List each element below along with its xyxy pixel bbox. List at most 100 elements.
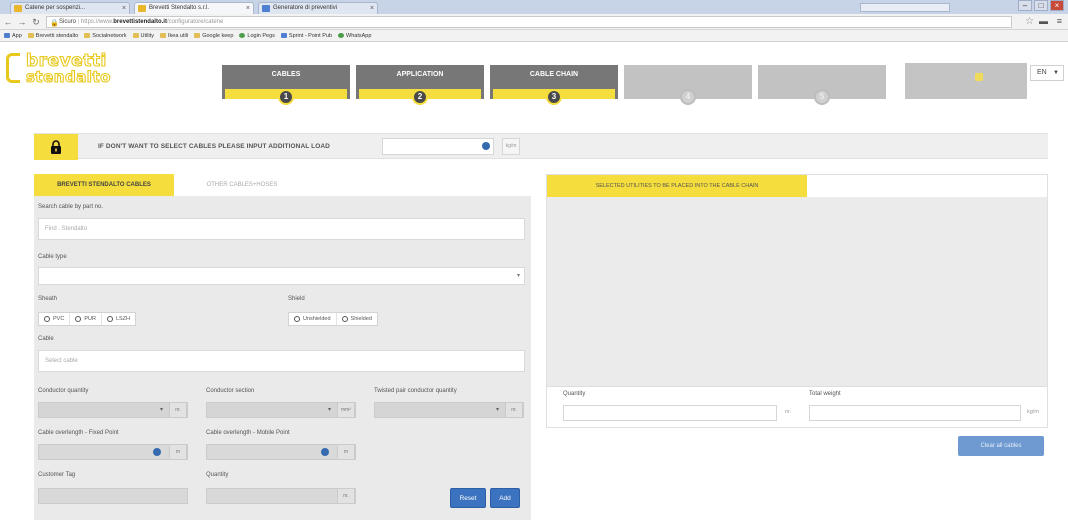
part-number-search-input[interactable]: Find . Stendalto [38,218,525,240]
quantity-input[interactable]: nr. [206,488,356,504]
cable-label: Cable [38,336,54,342]
bookmark-item[interactable]: Utility [133,33,154,39]
forward-icon[interactable]: → [16,16,28,28]
step-cable-chain[interactable]: CABLE CHAIN 3 [490,65,618,117]
url-prefix: https://www. [81,19,113,25]
step-4-disabled: 4 [624,65,752,117]
cable-select[interactable]: Select cable [38,350,525,372]
bookmark-item[interactable]: Ikea utili [160,33,188,39]
additional-load-input[interactable] [382,138,494,155]
step-5-disabled: 5 [758,65,886,117]
browser-profile[interactable] [860,3,950,12]
unit-label: nr. [785,409,791,415]
browser-tab-title: Catene per sospenzi... [25,5,85,11]
reload-icon[interactable]: ↻ [30,16,42,28]
step-number: 2 [412,89,428,105]
radio-unshielded[interactable]: Unshielded [289,313,337,325]
totals-footer: Quantity nr. Total weight kg/m [547,387,1047,427]
chevron-down-icon: ▾ [160,403,163,417]
customer-tag-input[interactable] [38,488,188,504]
overlength-mobile-input[interactable]: m [206,444,356,460]
browser-tab-title: Generatore di preventivi [273,5,337,11]
summary-icon [975,73,983,81]
logo-text-line2: stendalto [26,69,111,85]
back-icon[interactable]: ← [2,16,14,28]
add-button[interactable]: Add [490,488,520,508]
logo-brace-icon [6,53,20,83]
step-cables[interactable]: CABLES 1 [222,65,350,117]
bookmark-item[interactable]: Socialnetwork [84,33,126,39]
whatsapp-icon [338,33,344,38]
tab-other-cables[interactable]: OTHER CABLES+HOSES [174,174,310,196]
brand-logo[interactable]: brevetti stendalto [6,51,166,89]
total-weight-label: Total weight [809,391,841,397]
bookmark-apps[interactable]: App [4,33,22,39]
folder-icon [194,33,200,38]
twisted-pair-select[interactable]: ▾ nr. [374,402,524,418]
quantity-label: Quantity [206,472,228,478]
info-icon[interactable] [482,142,490,150]
address-bar[interactable]: 🔒 Sicuro | https://www.brevettistendalto… [46,16,1012,28]
language-select[interactable]: EN ▼ [1030,65,1064,81]
summary-box [905,63,1027,99]
minimize-icon[interactable]: – [1018,0,1032,11]
bookmarks-bar: App Brevetti stendalto Socialnetwork Uti… [0,30,1068,42]
search-placeholder: Find . Stendalto [45,226,87,232]
cable-placeholder: Select cable [45,358,78,364]
bookmark-item[interactable]: Login Pegs [239,33,275,39]
close-tab-icon[interactable]: × [246,3,250,14]
total-weight-field [809,405,1021,421]
bookmark-item[interactable]: WhatsApp [338,33,371,39]
step-number: 3 [546,89,562,105]
browser-tab[interactable]: Generatore di preventivi × [258,2,378,14]
conductor-quantity-select[interactable]: ▾ nr. [38,402,188,418]
radio-pur[interactable]: PUR [70,313,102,325]
globe-icon [239,33,245,38]
chevron-down-icon: ▾ [328,403,331,417]
radio-shielded[interactable]: Shielded [337,313,377,325]
close-tab-icon[interactable]: × [370,3,374,14]
step-application[interactable]: APPLICATION 2 [356,65,484,117]
browser-tab-active[interactable]: Brevetti Stendalto s.r.l. × [134,2,254,14]
info-icon[interactable] [153,448,161,456]
customer-tag-label: Customer Tag [38,472,75,478]
clear-all-cables-button[interactable]: Clear all cables [958,436,1044,456]
unit-addon: m [337,444,355,460]
browser-menu-icon[interactable]: ≡ [1057,16,1062,26]
chevron-down-icon: ▼ [1053,66,1059,80]
extension-icon[interactable]: ▬ [1039,16,1048,26]
overlength-fixed-label: Cable overlength - Fixed Point [38,430,119,436]
radio-icon [294,316,300,322]
url-domain: brevettistendalto.it [113,19,167,25]
bookmark-item[interactable]: Brevetti stendalto [28,33,79,39]
selected-utilities-tab[interactable]: SELECTED UTILITIES TO BE PLACED INTO THE… [547,175,807,197]
chevron-down-icon: ▾ [496,403,499,417]
apps-grid-icon [4,33,10,38]
bookmark-item[interactable]: Sprint - Point Pub [281,33,332,39]
bookmark-star-icon[interactable]: ☆ [1025,16,1034,27]
bookmark-item[interactable]: Google keep [194,33,233,39]
close-window-icon[interactable]: × [1050,0,1064,11]
tab-stendalto-cables[interactable]: BREVETTI STENDALTO CABLES [34,174,174,196]
maximize-icon[interactable]: □ [1034,0,1048,11]
radio-lszh[interactable]: LSZH [102,313,135,325]
browser-tab-title: Brevetti Stendalto s.r.l. [149,5,209,11]
unit-addon: m [169,444,187,460]
folder-icon [28,33,34,38]
reset-button[interactable]: Reset [450,488,486,508]
lock-icon [50,140,62,154]
quantity-total-label: Quantity [563,391,585,397]
step-number: 4 [680,89,696,105]
favicon-icon [138,5,146,12]
cable-type-select[interactable]: ▾ [38,267,525,285]
browser-tab[interactable]: Catene per sospenzi... × [10,2,130,14]
selected-utilities-list [547,197,1047,387]
radio-pvc[interactable]: PVC [39,313,70,325]
folder-icon [133,33,139,38]
unit-addon: mm² [337,402,355,418]
unit-addon: nr. [505,402,523,418]
overlength-fixed-input[interactable]: m [38,444,188,460]
close-tab-icon[interactable]: × [122,3,126,14]
conductor-section-select[interactable]: ▾ mm² [206,402,356,418]
info-icon[interactable] [321,448,329,456]
